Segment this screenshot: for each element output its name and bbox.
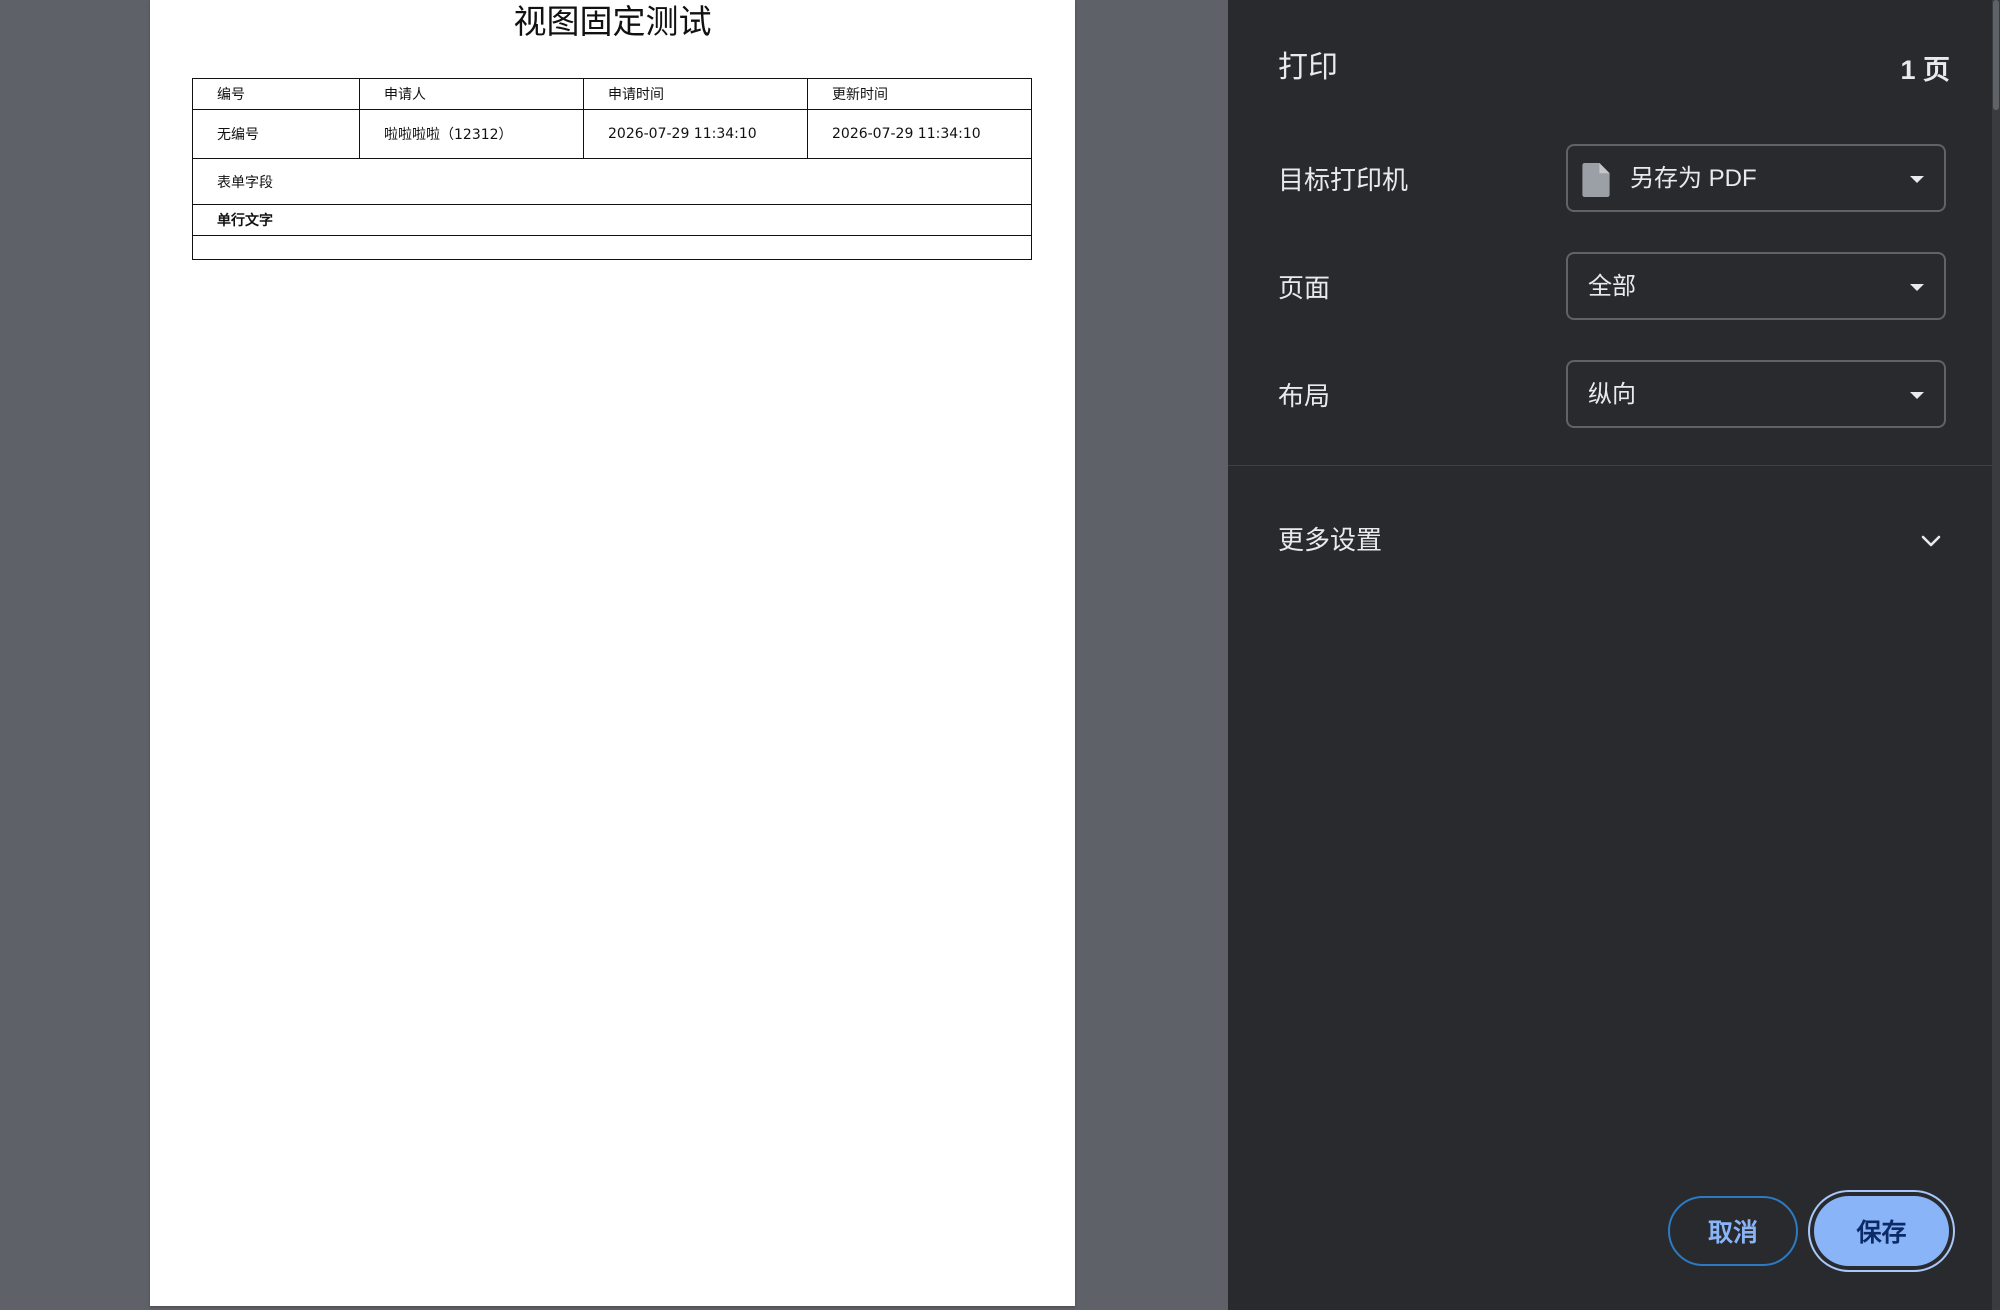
pages-select[interactable]: 全部 [1566,252,1946,320]
divider [1228,465,2000,466]
field-value [192,235,1032,260]
header-cell-update-time: 更新时间 [807,78,1032,110]
pages-value: 全部 [1588,273,1636,300]
field-value-row [192,235,1032,260]
chevron-down-icon[interactable] [1920,530,1942,552]
layout-select[interactable]: 纵向 [1566,360,1946,428]
form-table: 编号 申请人 申请时间 更新时间 无编号 啦啦啦啦（12312） 2026-07… [192,78,1032,260]
cancel-button[interactable]: 取消 [1668,1196,1798,1266]
print-settings-panel: 打印 1 页 目标打印机 另存为 PDF 页面 全部 布局 纵向 更多设置 取消… [1228,0,2000,1310]
caret-down-icon [1910,176,1924,183]
more-settings-toggle[interactable]: 更多设置 [1278,520,1382,560]
destination-label: 目标打印机 [1278,165,1409,195]
header-cell-number: 编号 [192,78,360,110]
value-cell-apply-time: 2026-07-29 11:34:10 [583,109,808,159]
preview-page: 视图固定测试 编号 申请人 申请时间 更新时间 无编号 啦啦啦啦（12312） … [150,0,1075,1306]
value-cell-applicant: 啦啦啦啦（12312） [359,109,584,159]
section-label: 表单字段 [192,158,1032,205]
section-row: 表单字段 [192,158,1032,205]
file-icon [1582,163,1610,197]
page-count: 1 页 [1900,55,1950,85]
print-preview-area: 视图固定测试 编号 申请人 申请时间 更新时间 无编号 啦啦啦啦（12312） … [0,0,1228,1310]
document-title: 视图固定测试 [513,2,712,41]
table-header-row: 编号 申请人 申请时间 更新时间 [192,78,1032,110]
panel-title: 打印 [1278,51,1338,84]
value-cell-number: 无编号 [192,109,360,159]
header-cell-apply-time: 申请时间 [583,78,808,110]
field-label-row: 单行文字 [192,204,1032,236]
caret-down-icon [1910,284,1924,291]
caret-down-icon [1910,392,1924,399]
scrollbar-thumb[interactable] [1993,0,1999,110]
table-value-row: 无编号 啦啦啦啦（12312） 2026-07-29 11:34:10 2026… [192,109,1032,159]
header-cell-applicant: 申请人 [359,78,584,110]
layout-label: 布局 [1278,381,1331,411]
destination-select[interactable]: 另存为 PDF [1566,144,1946,212]
destination-value: 另存为 PDF [1630,165,1757,192]
pages-label: 页面 [1278,273,1331,303]
panel-scrollbar[interactable] [1992,0,2000,1310]
field-label: 单行文字 [192,204,1032,236]
save-button[interactable]: 保存 [1814,1196,1949,1266]
value-cell-update-time: 2026-07-29 11:34:10 [807,109,1032,159]
layout-value: 纵向 [1588,381,1636,408]
